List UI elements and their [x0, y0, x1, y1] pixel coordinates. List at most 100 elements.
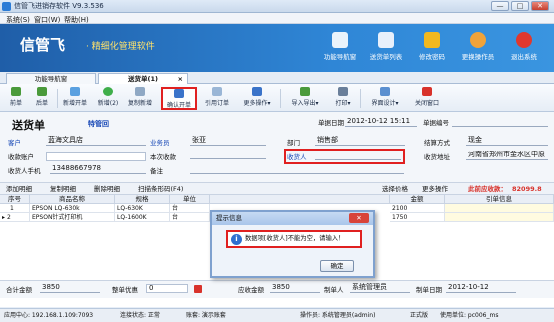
col-header-reference[interactable]: 引单信息 — [445, 195, 554, 204]
close-window-icon — [422, 87, 432, 96]
discount-field[interactable]: 0 — [146, 284, 188, 293]
copy-add-button[interactable]: 复制新增 — [125, 87, 155, 110]
col-header-unit[interactable]: 单位 — [170, 195, 210, 204]
confirm-doc-button[interactable]: 确认开单 — [161, 87, 197, 110]
print-button[interactable]: 打印▾ — [330, 87, 356, 110]
settle-field[interactable]: 现金 — [466, 137, 548, 146]
nav-change-password[interactable]: 修改密码 — [410, 30, 454, 68]
calc-icon[interactable] — [194, 285, 202, 293]
receivable-label: 应收金额 — [238, 286, 264, 294]
col-header-blank — [210, 195, 390, 204]
settle-label: 结算方式 — [424, 139, 450, 147]
total-field: 3850 — [40, 284, 100, 293]
maximize-button[interactable]: □ — [511, 1, 529, 11]
dialog-close-button[interactable]: ✕ — [349, 213, 369, 223]
doc-number-field[interactable] — [452, 118, 548, 127]
nav-delivery-list[interactable]: 送货单列表 — [364, 30, 408, 68]
print-icon — [338, 87, 348, 96]
doc-title: 送货单 — [12, 119, 45, 132]
status-operator: 操作员: 系统管理员(admin) — [300, 312, 376, 319]
lock-icon — [424, 32, 440, 48]
minimize-button[interactable]: — — [491, 1, 509, 11]
toolbar-separator — [360, 89, 361, 108]
scan-barcode-button[interactable]: 扫描条形码(F4) — [138, 186, 183, 193]
close-button[interactable]: ✕ — [531, 1, 549, 11]
nav-function-window[interactable]: 功能导航窗 — [318, 30, 362, 68]
banner: 信管飞 · 精细化管理软件 功能导航窗 送货单列表 修改密码 更换操作员 退出系… — [0, 24, 554, 72]
phone-field[interactable]: 13488667978 — [50, 165, 146, 174]
alert-dialog: 提示信息 ✕ i 数据项[收货人]不能为空，请输入！ 确定 — [210, 210, 375, 278]
dialog-message: 数据项[收货人]不能为空，请输入！ — [245, 235, 345, 242]
more-actions-button[interactable]: 更多操作▾ — [238, 87, 276, 110]
total-label: 合计金额 — [6, 286, 32, 294]
date-field[interactable]: 2012-10-12 15:11 — [345, 118, 417, 127]
nav-exit-system[interactable]: 退出系统 — [502, 30, 546, 68]
tab-close-icon[interactable]: × — [178, 74, 183, 84]
new-doc-button[interactable]: 新增开单 — [60, 87, 90, 110]
customer-field[interactable]: 蓝海文具店 — [46, 137, 146, 146]
col-header-name[interactable]: 商品名称 — [30, 195, 115, 204]
title-bar: 信管飞进销存软件 V9.3.536 — □ ✕ — [0, 0, 554, 13]
discount-label: 整单优惠 — [112, 286, 138, 294]
info-icon: i — [231, 234, 242, 245]
select-price-button[interactable]: 选择价格 — [382, 186, 408, 193]
toolbar-separator — [280, 89, 281, 108]
status-app-center: 应用中心: 192.168.1.109:7093 — [4, 312, 94, 319]
add-detail-button[interactable]: 添加明细 — [6, 186, 32, 193]
address-label: 收货地址 — [424, 153, 450, 161]
salesman-field[interactable]: 张亚 — [190, 137, 266, 146]
ui-design-button[interactable]: 界面设计▾ — [365, 87, 405, 110]
import-export-button[interactable]: 导入导出▾ — [285, 87, 325, 110]
ok-button[interactable]: 确定 — [320, 260, 354, 272]
dialog-message-box: i 数据项[收货人]不能为空，请输入！ — [226, 230, 362, 248]
more-icon — [252, 87, 262, 96]
credit-value: 82099.8 — [512, 185, 542, 193]
nav-switch-operator[interactable]: 更换操作员 — [456, 30, 500, 68]
add-icon — [103, 87, 113, 96]
maker-field: 系统管理员 — [350, 284, 410, 293]
window-title: 信管飞进销存软件 V9.3.536 — [14, 2, 104, 10]
remark-field[interactable] — [190, 165, 404, 174]
quote-order-button[interactable]: 引用订单 — [202, 87, 232, 110]
close-window-button[interactable]: 关闭窗口 — [410, 87, 444, 110]
tab-strip: 功能导航窗 送货单(1) × — [0, 72, 554, 84]
dept-field[interactable]: 销售部 — [315, 137, 405, 146]
copy-detail-button[interactable]: 复制明细 — [50, 186, 76, 193]
add-button[interactable]: 新增(2) — [94, 87, 122, 110]
remark-label: 备注 — [150, 167, 163, 175]
status-machine: 使用单位: pc006_ms — [440, 312, 499, 319]
receivable-field: 3850 — [270, 284, 320, 293]
consignee-label: 收货人 — [287, 153, 307, 161]
grid-toolbar: 添加明细 复制明细 删除明细 扫描条形码(F4) 选择价格 更多操作 此前应收款… — [0, 182, 554, 195]
grid-icon — [332, 32, 348, 48]
footer-totals: 合计金额 3850 整单优惠 0 应收金额 3850 制单人 系统管理员 制单日… — [0, 280, 554, 298]
account-label: 收款账户 — [8, 153, 34, 161]
col-header-spec[interactable]: 规格 — [115, 195, 170, 204]
date-label: 单据日期 — [318, 119, 344, 127]
brand-name: 信管飞 — [20, 36, 66, 54]
dialog-titlebar: 提示信息 ✕ — [212, 212, 373, 225]
prev-doc-button[interactable]: 前单 — [4, 87, 28, 110]
doc-number-label: 单据编号 — [423, 119, 449, 127]
maker-label: 制单人 — [324, 286, 344, 294]
tab-delivery-note[interactable]: 送货单(1) × — [98, 73, 188, 84]
delivery-form: 送货单 特管回 单据日期 2012-10-12 15:11 单据编号 客户 蓝海… — [0, 112, 554, 182]
next-doc-button[interactable]: 后单 — [30, 87, 54, 110]
grid-more-actions-button[interactable]: 更多操作 — [422, 186, 448, 193]
col-header-no[interactable]: 序号 — [0, 195, 30, 204]
col-header-amount[interactable]: 金额 — [390, 195, 445, 204]
consignee-field[interactable] — [315, 151, 401, 160]
received-field[interactable] — [190, 150, 266, 159]
quote-icon — [212, 87, 222, 96]
account-field[interactable] — [46, 152, 146, 161]
delete-detail-button[interactable]: 删除明细 — [94, 186, 120, 193]
copy-icon — [135, 87, 145, 96]
tab-function-window[interactable]: 功能导航窗 — [6, 73, 96, 84]
list-icon — [378, 32, 394, 48]
address-field[interactable]: 河南省郑州市金水区中原 — [466, 151, 548, 160]
toolbar-separator — [57, 89, 58, 108]
status-version: 正式版 — [410, 312, 429, 319]
salesman-label: 业务员 — [150, 139, 170, 147]
arrow-left-icon — [11, 87, 21, 96]
brand-slogan: · 精细化管理软件 — [86, 42, 155, 52]
